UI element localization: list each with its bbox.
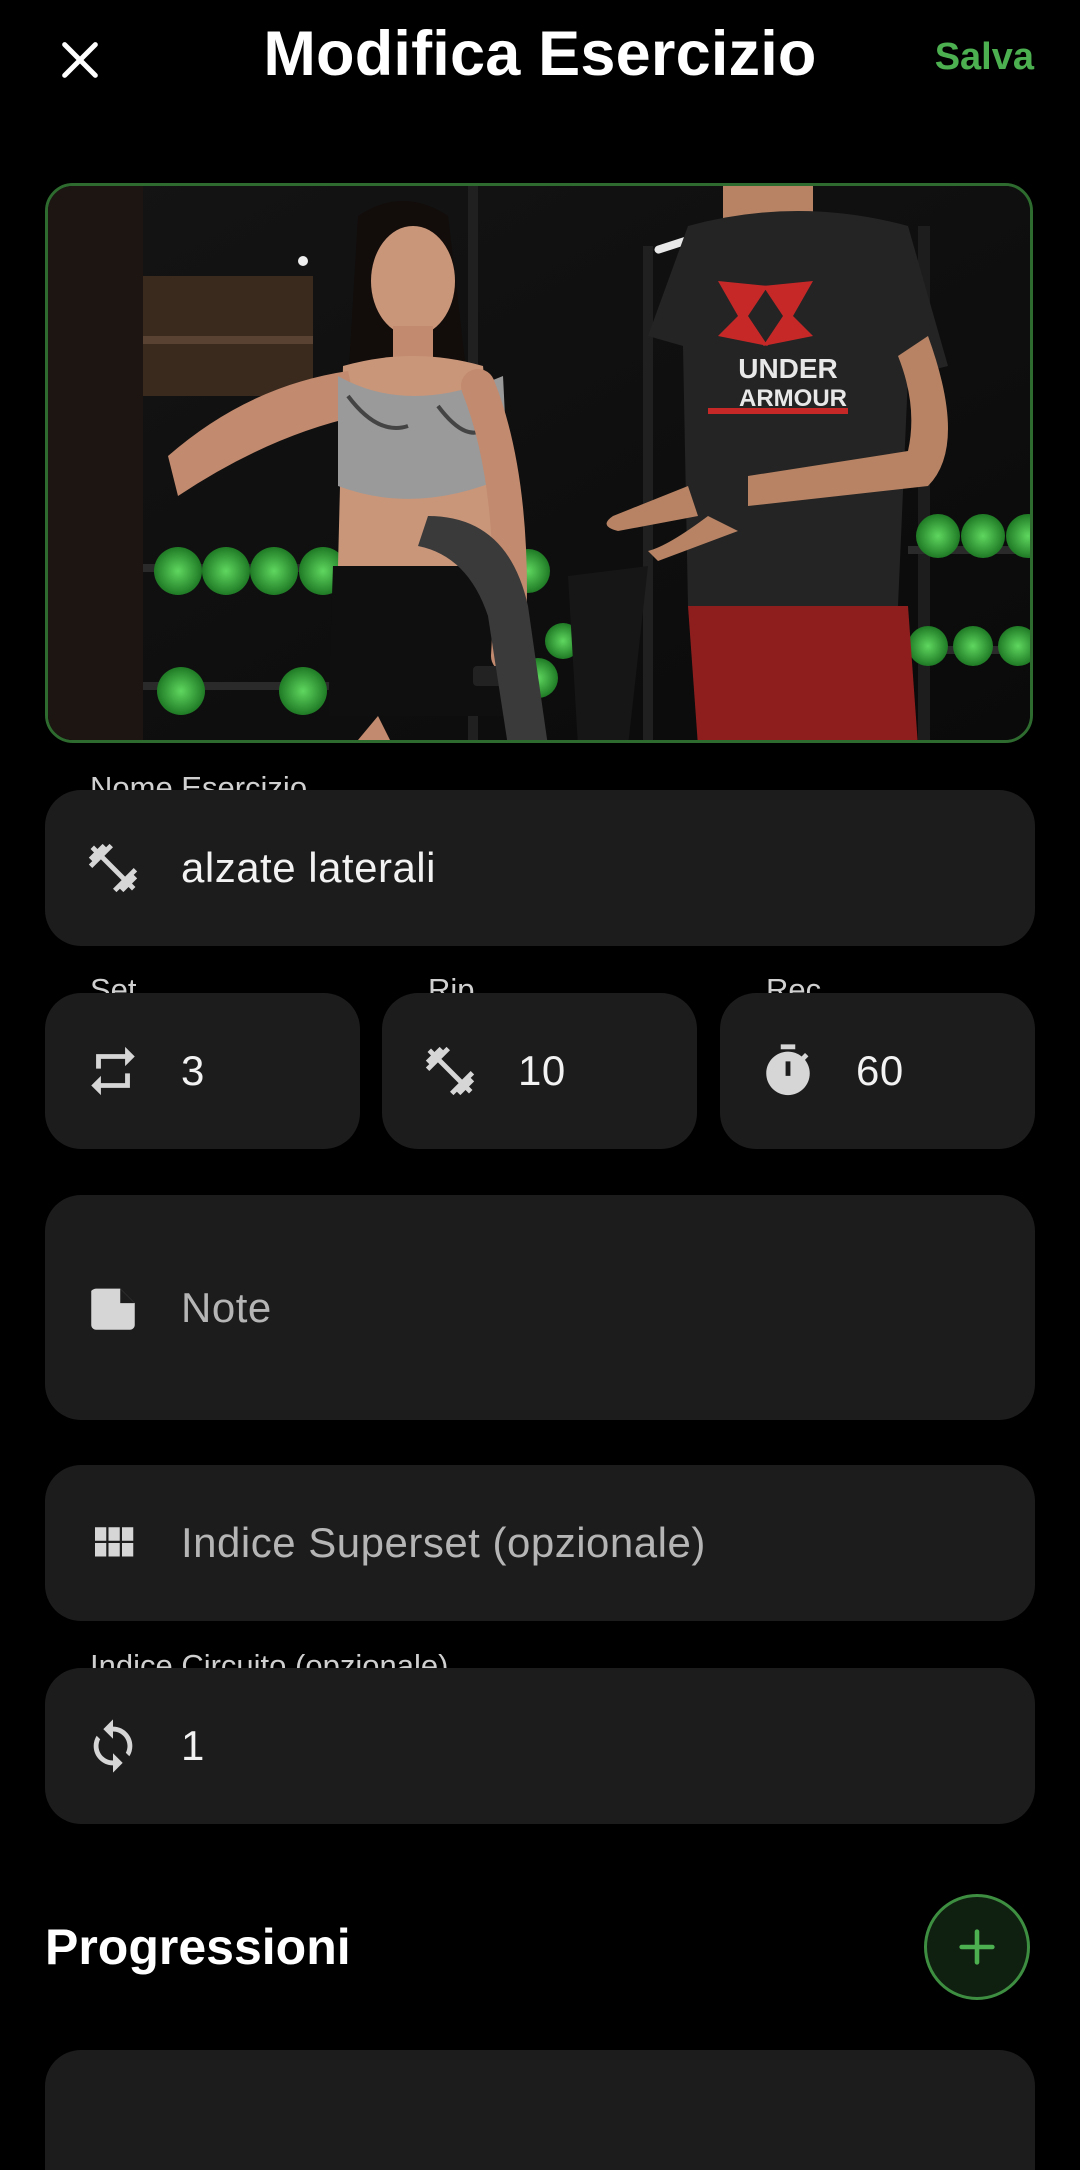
circuit-value: 1 bbox=[181, 1722, 205, 1769]
grid-icon bbox=[83, 1513, 143, 1573]
plus-icon bbox=[959, 1929, 995, 1965]
sets-value: 3 bbox=[181, 1047, 205, 1094]
sync-icon bbox=[83, 1716, 143, 1776]
superset-placeholder: Indice Superset (opzionale) bbox=[181, 1519, 706, 1566]
exercise-photo: UNDER ARMOUR bbox=[48, 186, 1030, 740]
brand-text-line2: ARMOUR bbox=[739, 385, 847, 412]
reps-value: 10 bbox=[518, 1047, 566, 1094]
exercise-image[interactable]: UNDER ARMOUR bbox=[45, 183, 1033, 743]
note-icon bbox=[83, 1278, 143, 1338]
circuit-field[interactable]: 1 bbox=[45, 1668, 1035, 1824]
timer-icon bbox=[758, 1041, 818, 1101]
rest-field[interactable]: 60 bbox=[720, 993, 1035, 1149]
progressions-title: Progressioni bbox=[45, 1919, 351, 1975]
add-progression-button[interactable] bbox=[924, 1894, 1030, 2000]
page-title: Modifica Esercizio bbox=[263, 19, 817, 89]
exercise-name-field[interactable]: alzate laterali bbox=[45, 790, 1035, 946]
progression-card[interactable] bbox=[45, 2050, 1035, 2170]
rest-value: 60 bbox=[856, 1047, 904, 1094]
notes-placeholder: Note bbox=[181, 1283, 272, 1331]
dumbbell-icon bbox=[420, 1041, 480, 1101]
sets-field[interactable]: 3 bbox=[45, 993, 360, 1149]
exercise-name-value: alzate laterali bbox=[181, 844, 436, 891]
save-button[interactable]: Salva bbox=[935, 36, 1034, 79]
brand-text-line1: UNDER bbox=[738, 353, 838, 384]
dumbbell-icon bbox=[83, 838, 143, 898]
notes-field[interactable]: Note bbox=[45, 1195, 1035, 1420]
superset-field[interactable]: Indice Superset (opzionale) bbox=[45, 1465, 1035, 1621]
reps-field[interactable]: 10 bbox=[382, 993, 697, 1149]
repeat-icon bbox=[83, 1041, 143, 1101]
